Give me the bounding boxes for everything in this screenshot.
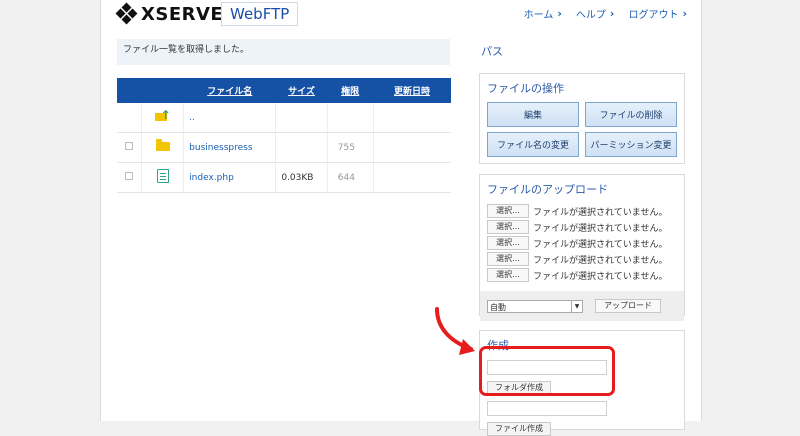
page: XSERVER WebFTP ホーム › ヘルプ › ログアウト › ファイル一覧を取… <box>100 0 702 436</box>
file-size <box>275 103 328 133</box>
no-file-text: ファイルが選択されていません。 <box>533 255 668 266</box>
header-date[interactable]: 更新日時 <box>373 78 451 103</box>
upload-row: 選択... ファイルが選択されていません。 <box>487 203 677 219</box>
create-file-button[interactable]: ファイル作成 <box>487 422 551 436</box>
table-row[interactable]: businesspress 755 <box>117 132 451 163</box>
row-icon-cell <box>141 162 185 193</box>
file-name-link[interactable]: .. <box>183 103 277 133</box>
header-size[interactable]: サイズ <box>275 78 328 103</box>
file-name-input[interactable] <box>487 401 607 416</box>
choose-file-button[interactable]: 選択... <box>487 220 529 234</box>
header-name[interactable]: ファイル名 <box>183 78 276 103</box>
row-icon-cell <box>141 132 185 163</box>
upload-button[interactable]: アップロード <box>595 299 661 313</box>
folder-icon <box>155 138 170 151</box>
operations-button-grid: 編集 ファイルの削除 ファイル名の変更 パーミッション変更 <box>480 99 684 165</box>
no-file-text: ファイルが選択されていません。 <box>533 239 668 250</box>
row-checkbox-cell <box>117 162 143 193</box>
xserver-logo-icon <box>115 2 138 25</box>
row-checkbox[interactable] <box>125 142 134 150</box>
file-date <box>373 103 451 133</box>
file-table: ファイル名 サイズ 権限 更新日時 ↑ .. businesspress 755… <box>117 78 451 193</box>
change-permission-button[interactable]: パーミッション変更 <box>585 132 677 157</box>
row-icon-cell: ↑ <box>141 103 185 133</box>
nav-home-label: ホーム <box>523 10 554 21</box>
table-row[interactable]: index.php 0.03KB 644 <box>117 162 451 193</box>
upload-row: 選択... ファイルが選択されていません。 <box>487 235 677 251</box>
file-upload-panel: ファイルのアップロード 選択... ファイルが選択されていません。 選択... … <box>479 174 685 321</box>
header-icon-col <box>141 78 184 103</box>
nav-help-label: ヘルプ <box>575 10 606 21</box>
row-checkbox[interactable] <box>125 172 134 180</box>
status-message: ファイル一覧を取得しました。 <box>117 39 450 65</box>
file-operations-title: ファイルの操作 <box>487 82 564 95</box>
table-header-row: ファイル名 サイズ 権限 更新日時 <box>117 78 451 103</box>
choose-file-button[interactable]: 選択... <box>487 236 529 250</box>
choose-file-button[interactable]: 選択... <box>487 204 529 218</box>
row-checkbox-cell <box>117 103 143 133</box>
choose-file-button[interactable]: 選択... <box>487 252 529 266</box>
upload-rows: 選択... ファイルが選択されていません。 選択... ファイルが選択されていま… <box>480 200 684 287</box>
upload-row: 選択... ファイルが選択されていません。 <box>487 251 677 267</box>
chevron-right-icon: › <box>609 7 615 20</box>
nav-help-link[interactable]: ヘルプ › <box>576 6 615 21</box>
choose-file-button[interactable]: 選択... <box>487 268 529 282</box>
file-size <box>275 132 328 163</box>
file-upload-title: ファイルのアップロード <box>487 183 608 196</box>
parent-folder-icon: ↑ <box>154 108 171 122</box>
no-file-text: ファイルが選択されていません。 <box>533 223 668 234</box>
rename-file-button[interactable]: ファイル名の変更 <box>487 132 579 157</box>
upload-mode-value: 自動 <box>490 302 506 312</box>
nav-home-link[interactable]: ホーム › <box>524 6 562 21</box>
file-date <box>373 162 451 193</box>
file-permission: 755 <box>327 132 374 163</box>
highlight-box <box>479 346 615 396</box>
upload-row: 選択... ファイルが選択されていません。 <box>487 219 677 235</box>
top-nav: ホーム › ヘルプ › ログアウト › <box>524 6 687 21</box>
nav-logout-link[interactable]: ログアウト › <box>628 6 687 21</box>
edit-button[interactable]: 編集 <box>487 102 579 127</box>
chevron-right-icon: › <box>557 7 562 20</box>
upload-footer: 自動 ▼ アップロード <box>480 291 684 321</box>
chevron-down-icon: ▼ <box>571 300 582 312</box>
file-date <box>373 132 451 163</box>
logo: XSERVER <box>115 2 238 25</box>
file-permission: 644 <box>327 162 374 193</box>
row-checkbox-cell <box>117 132 143 163</box>
file-icon <box>156 169 169 183</box>
upload-row: 選択... ファイルが選択されていません。 <box>487 267 677 283</box>
path-title: パス <box>481 45 503 58</box>
file-size: 0.03KB <box>275 162 328 193</box>
header-permission[interactable]: 権限 <box>327 78 374 103</box>
file-operations-panel: ファイルの操作 編集 ファイルの削除 ファイル名の変更 パーミッション変更 <box>479 73 685 164</box>
file-permission <box>327 103 374 133</box>
annotation-arrow-icon <box>435 307 475 355</box>
file-name-link[interactable]: index.php <box>183 162 277 193</box>
file-name-link[interactable]: businesspress <box>183 132 277 163</box>
header-checkbox-col <box>117 78 142 103</box>
product-badge: WebFTP <box>221 2 299 26</box>
delete-file-button[interactable]: ファイルの削除 <box>585 102 677 127</box>
table-row[interactable]: ↑ .. <box>117 103 451 133</box>
upload-mode-select[interactable]: 自動 ▼ <box>487 299 583 313</box>
no-file-text: ファイルが選択されていません。 <box>533 207 668 218</box>
nav-logout-label: ログアウト <box>628 10 679 21</box>
no-file-text: ファイルが選択されていません。 <box>533 271 668 282</box>
chevron-right-icon: › <box>682 7 687 20</box>
